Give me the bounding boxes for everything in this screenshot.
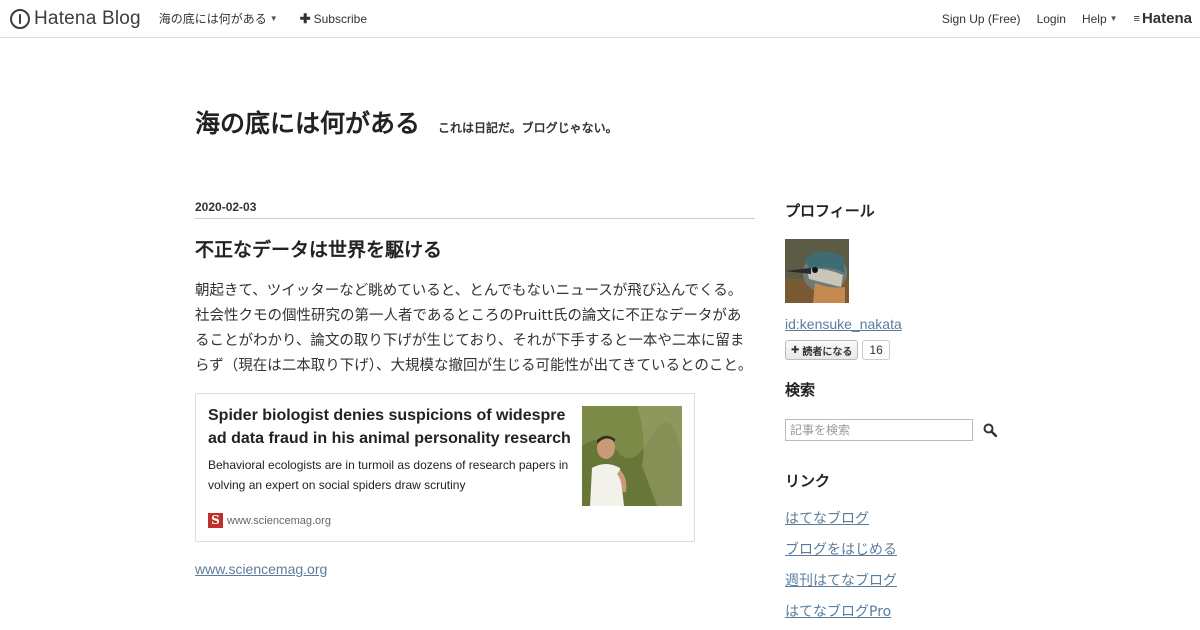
embed-card-description: Behavioral ecologists are in turmoil as … [208, 458, 569, 492]
embed-card-thumbnail[interactable] [582, 406, 682, 506]
logo-text: Hatena Blog [34, 7, 141, 29]
blog-header: 海の底には何がある これは日記だ。ブログじゃない。 [195, 104, 618, 140]
hatena-logo[interactable]: ≡ Hatena [1134, 10, 1192, 27]
link-hatena-blog-pro[interactable]: はてなブログPro [785, 604, 891, 620]
source-link[interactable]: www.sciencemag.org [195, 561, 327, 577]
signup-link[interactable]: Sign Up (Free) [942, 12, 1021, 26]
entry: 2020-02-03 不正なデータは世界を駆ける 朝起きて、ツイッターなど眺めて… [195, 200, 755, 578]
subscribe-button[interactable]: ✚ 読者になる [785, 340, 859, 360]
subscribe-link[interactable]: ✚ Subscribe [300, 11, 367, 27]
profile-heading: プロフィール [785, 202, 875, 220]
entry-body: 朝起きて、ツイッターなど眺めていると、とんでもないニュースが飛び込んでくる。社会… [195, 283, 753, 374]
search-heading: 検索 [785, 381, 816, 399]
hatena-blog-logo[interactable]: Hatena Blog [10, 8, 141, 30]
search-icon[interactable] [983, 423, 997, 437]
avatar[interactable] [785, 239, 849, 303]
link-list: はてなブログ ブログをはじめる 週刊はてなブログ はてなブログPro [785, 508, 1015, 621]
link-hatena-blog[interactable]: はてなブログ [785, 511, 869, 527]
entry-title[interactable]: 不正なデータは世界を駆ける [195, 235, 755, 262]
embed-card-site-label: www.sciencemag.org [227, 514, 331, 527]
entry-date[interactable]: 2020-02-03 [195, 200, 755, 219]
blog-description: これは日記だ。ブログじゃない。 [438, 121, 618, 135]
links-heading: リンク [785, 472, 831, 490]
hatena-blog-pen-icon [10, 8, 30, 29]
list-item: はてなブログPro [785, 601, 1015, 621]
plus-icon: ✚ [299, 10, 311, 26]
plus-icon: ✚ [791, 344, 800, 356]
search-form [785, 419, 1015, 441]
blog-menu-dropdown[interactable]: 海の底には何がある ▼ [159, 10, 278, 27]
kingfisher-avatar-image [785, 239, 849, 303]
blog-menu-label: 海の底には何がある [158, 12, 267, 26]
hatena-mark-icon: ≡ [1133, 12, 1141, 25]
search-input[interactable] [785, 419, 973, 441]
caret-down-icon: ▼ [1109, 14, 1118, 23]
embed-card-site[interactable]: S www.sciencemag.org [208, 513, 331, 528]
subscribe-button-label: 読者になる [802, 346, 853, 358]
subscriber-count[interactable]: 16 [862, 340, 890, 360]
hatena-label: Hatena [1141, 10, 1192, 27]
list-item: 週刊はてなブログ [785, 570, 1015, 590]
link-start-blog[interactable]: ブログをはじめる [785, 542, 897, 558]
embed-card[interactable]: Spider biologist denies suspicions of wi… [195, 393, 695, 542]
subscribe-label: Subscribe [313, 11, 367, 26]
sciencemag-favicon-icon: S [208, 513, 223, 528]
list-item: ブログをはじめる [785, 539, 1015, 559]
help-dropdown[interactable]: Help ▼ [1082, 12, 1118, 26]
help-label: Help [1081, 11, 1107, 26]
link-weekly-hatena-blog[interactable]: 週刊はてなブログ [785, 573, 897, 589]
blog-title[interactable]: 海の底には何がある [195, 104, 420, 140]
profile-id-link[interactable]: id:kensuke_nakata [785, 316, 1015, 332]
embed-card-title[interactable]: Spider biologist denies suspicions of wi… [208, 404, 572, 450]
caret-down-icon: ▼ [269, 14, 278, 23]
global-header: Hatena Blog 海の底には何がある ▼ ✚ Subscribe Sign… [0, 0, 1200, 38]
subscribe-row: ✚ 読者になる 16 [785, 340, 1015, 360]
login-label: Login [1036, 11, 1066, 26]
person-photo [582, 406, 682, 506]
login-link[interactable]: Login [1037, 12, 1066, 26]
sidebar: プロフィール id:kensuke_nakata ✚ 読者になる 16 検索 リ… [785, 200, 1015, 630]
list-item: はてなブログ [785, 508, 1015, 528]
signup-label: Sign Up (Free) [941, 11, 1021, 26]
